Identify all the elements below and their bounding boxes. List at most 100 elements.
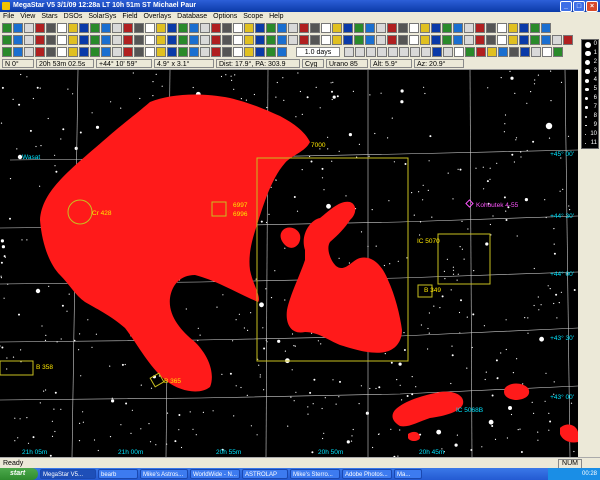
- toolbar-objects-button-51[interactable]: [552, 35, 562, 45]
- toolbar-objects-button-47[interactable]: [508, 35, 518, 45]
- toolbar-objects-button-12[interactable]: [123, 35, 133, 45]
- taskbar-item[interactable]: bearb: [98, 469, 138, 479]
- toolbar-objects-button-26[interactable]: [277, 35, 287, 45]
- toolbar-time-button-46[interactable]: [553, 47, 563, 57]
- toolbar-main-button-25[interactable]: [266, 23, 276, 33]
- toolbar-time-button-2[interactable]: [13, 47, 23, 57]
- toolbar-main-button-15[interactable]: [156, 23, 166, 33]
- toolbar-main-button-36[interactable]: [387, 23, 397, 33]
- toolbar-objects-button-52[interactable]: [563, 35, 573, 45]
- menu-overlays[interactable]: Overlays: [141, 12, 175, 22]
- toolbar-time-button-36[interactable]: [443, 47, 453, 57]
- toolbar-objects-button-2[interactable]: [13, 35, 23, 45]
- toolbar-time-button-5[interactable]: [46, 47, 56, 57]
- taskbar-item[interactable]: MegaStar V5...: [40, 469, 96, 479]
- toolbar-objects-button-8[interactable]: [79, 35, 89, 45]
- toolbar-main-button-21[interactable]: [222, 23, 232, 33]
- menu-stars[interactable]: Stars: [38, 12, 60, 22]
- toolbar-time-button-28[interactable]: [355, 47, 365, 57]
- toolbar-time-button-44[interactable]: [531, 47, 541, 57]
- toolbar-time-button-42[interactable]: [509, 47, 519, 57]
- toolbar-main-button-41[interactable]: [442, 23, 452, 33]
- toolbar-time-button-21[interactable]: [222, 47, 232, 57]
- toolbar-main-button-6[interactable]: [57, 23, 67, 33]
- taskbar-item[interactable]: Mike's Astros...: [140, 469, 188, 479]
- toolbar-objects-button-34[interactable]: [365, 35, 375, 45]
- menu-options[interactable]: Options: [210, 12, 240, 22]
- toolbar-main-button-35[interactable]: [376, 23, 386, 33]
- toolbar-main-button-42[interactable]: [453, 23, 463, 33]
- toolbar-main-button-20[interactable]: [211, 23, 221, 33]
- toolbar-objects-button-14[interactable]: [145, 35, 155, 45]
- toolbar-main-button-9[interactable]: [90, 23, 100, 33]
- toolbar-objects-button-9[interactable]: [90, 35, 100, 45]
- toolbar-objects-button-30[interactable]: [321, 35, 331, 45]
- menu-solarsys[interactable]: SolarSys: [85, 12, 119, 22]
- toolbar-time-button-7[interactable]: [68, 47, 78, 57]
- toolbar-time-button-29[interactable]: [366, 47, 376, 57]
- menu-dsos[interactable]: DSOs: [61, 12, 86, 22]
- star-chart-canvas[interactable]: +45° 00' +44° 30' +44° 00' +43° 30' +43° 00'…: [0, 70, 578, 457]
- toolbar-objects-button-20[interactable]: [211, 35, 221, 45]
- taskbar-item[interactable]: WorldWide - N...: [190, 469, 240, 479]
- toolbar-objects-button-39[interactable]: [420, 35, 430, 45]
- toolbar-time-button-31[interactable]: [388, 47, 398, 57]
- taskbar-item[interactable]: Ma...: [394, 469, 422, 479]
- toolbar-main-button-49[interactable]: [530, 23, 540, 33]
- menu-help[interactable]: Help: [266, 12, 286, 22]
- toolbar-time-button-39[interactable]: [476, 47, 486, 57]
- toolbar-objects-button-24[interactable]: [255, 35, 265, 45]
- toolbar-objects-button-37[interactable]: [398, 35, 408, 45]
- toolbar-time-button-32[interactable]: [399, 47, 409, 57]
- toolbar-objects-button-33[interactable]: [354, 35, 364, 45]
- toolbar-main-button-12[interactable]: [123, 23, 133, 33]
- close-button[interactable]: ×: [586, 1, 598, 12]
- toolbar-main-button-1[interactable]: [2, 23, 12, 33]
- menu-file[interactable]: File: [0, 12, 17, 22]
- toolbar-main-button-29[interactable]: [310, 23, 320, 33]
- toolbar-objects-button-49[interactable]: [530, 35, 540, 45]
- toolbar-objects-button-50[interactable]: [541, 35, 551, 45]
- toolbar-time-button-45[interactable]: [542, 47, 552, 57]
- toolbar-objects-button-1[interactable]: [2, 35, 12, 45]
- toolbar-objects-button-21[interactable]: [222, 35, 232, 45]
- toolbar-main-button-19[interactable]: [200, 23, 210, 33]
- toolbar-objects-button-27[interactable]: [288, 35, 298, 45]
- toolbar-time-button-27[interactable]: [344, 47, 354, 57]
- toolbar-main-button-37[interactable]: [398, 23, 408, 33]
- toolbar-time-button-16[interactable]: [167, 47, 177, 57]
- menu-field[interactable]: Field: [119, 12, 140, 22]
- toolbar-objects-button-13[interactable]: [134, 35, 144, 45]
- toolbar-objects-button-35[interactable]: [376, 35, 386, 45]
- toolbar-objects-button-5[interactable]: [46, 35, 56, 45]
- toolbar-main-button-30[interactable]: [321, 23, 331, 33]
- toolbar-time-button-10[interactable]: [101, 47, 111, 57]
- menu-scope[interactable]: Scope: [240, 12, 266, 22]
- toolbar-objects-button-23[interactable]: [244, 35, 254, 45]
- toolbar-objects-button-7[interactable]: [68, 35, 78, 45]
- toolbar-main-button-47[interactable]: [508, 23, 518, 33]
- toolbar-time-button-3[interactable]: [24, 47, 34, 57]
- toolbar-main-button-14[interactable]: [145, 23, 155, 33]
- taskbar-item[interactable]: Mike's Sterro...: [290, 469, 340, 479]
- minimize-button[interactable]: _: [560, 1, 572, 12]
- toolbar-objects-button-45[interactable]: [486, 35, 496, 45]
- toolbar-time-button-35[interactable]: [432, 47, 442, 57]
- toolbar-time-button-33[interactable]: [410, 47, 420, 57]
- toolbar-main-button-40[interactable]: [431, 23, 441, 33]
- toolbar-time-button-24[interactable]: [255, 47, 265, 57]
- toolbar-main-button-26[interactable]: [277, 23, 287, 33]
- toolbar-objects-button-44[interactable]: [475, 35, 485, 45]
- toolbar-objects-button-28[interactable]: [299, 35, 309, 45]
- toolbar-time-button-17[interactable]: [178, 47, 188, 57]
- toolbar-main-button-7[interactable]: [68, 23, 78, 33]
- toolbar-main-button-24[interactable]: [255, 23, 265, 33]
- toolbar-main-button-22[interactable]: [233, 23, 243, 33]
- toolbar-time-button-6[interactable]: [57, 47, 67, 57]
- toolbar-objects-button-25[interactable]: [266, 35, 276, 45]
- toolbar-time-button-43[interactable]: [520, 47, 530, 57]
- toolbar-time-button-22[interactable]: [233, 47, 243, 57]
- toolbar-main-button-48[interactable]: [519, 23, 529, 33]
- toolbar-main-button-10[interactable]: [101, 23, 111, 33]
- toolbar-time-button-13[interactable]: [134, 47, 144, 57]
